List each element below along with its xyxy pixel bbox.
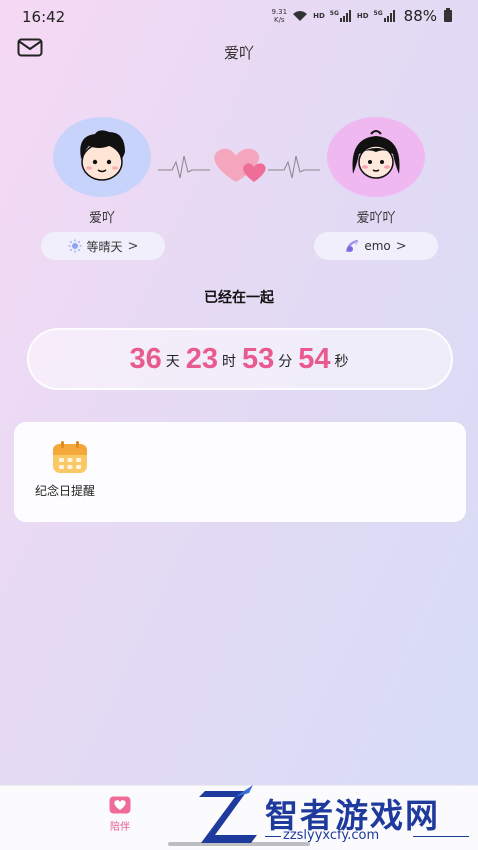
hd-label-1: HD	[313, 12, 325, 20]
avatar-left[interactable]	[53, 117, 151, 197]
signal-icon	[383, 10, 395, 22]
watermark-url: zzslyyxcfy.com	[283, 828, 380, 843]
status-bar: 16:42 9.31 K/s HD 5G HD 5G 88%	[0, 0, 478, 34]
watermark-z-logo-icon	[199, 785, 257, 843]
tab-companion-label[interactable]: 陪伴	[100, 818, 140, 833]
network-type-1: 5G	[329, 10, 339, 17]
watermark-logo: 智者游戏网 zzslyyxcfy.com	[195, 783, 478, 850]
minutes-value: 53	[242, 342, 275, 375]
left-mood-button[interactable]: 等晴天 >	[41, 232, 165, 260]
left-name: 爱吖	[88, 211, 115, 226]
battery-icon	[444, 8, 452, 22]
heartbeat-hearts-icon	[158, 148, 320, 182]
hd-label-2: HD	[356, 12, 369, 20]
hours-unit: 时	[222, 354, 236, 370]
watermark-line-left	[265, 836, 281, 837]
anniversary-reminder-label[interactable]: 纪念日提醒	[35, 482, 95, 499]
sun-icon	[68, 239, 82, 253]
signal-2: 5G	[374, 10, 396, 22]
signal-icon	[339, 10, 351, 22]
watermark-line-right	[413, 836, 469, 837]
days-unit: 天	[165, 354, 180, 370]
avatar-right[interactable]	[327, 117, 425, 197]
right-mood-button[interactable]: emo >	[314, 232, 438, 260]
net-speed-value: 9.31	[271, 8, 288, 16]
signal-1: 5G	[330, 10, 352, 22]
emo-icon	[346, 240, 359, 252]
chevron-right-icon: >	[127, 238, 139, 254]
net-speed: 9.31 K/s	[272, 8, 288, 24]
boy-avatar-icon	[80, 130, 125, 181]
wifi-icon	[292, 10, 308, 22]
minutes-unit: 分	[278, 354, 293, 370]
network-type-2: 5G	[373, 10, 383, 17]
together-title: 已经在一起	[204, 290, 274, 306]
status-icons: 9.31 K/s HD 5G HD 5G 88%	[272, 7, 452, 25]
days-value: 36	[129, 342, 162, 375]
right-name: 爱吖吖	[356, 211, 396, 226]
heart-tab-icon[interactable]	[109, 796, 131, 814]
feature-card: 纪念日提醒	[14, 422, 466, 522]
net-speed-unit: K/s	[273, 16, 285, 24]
girl-avatar-icon	[352, 130, 400, 179]
chevron-right-icon: >	[395, 238, 407, 254]
together-counter: 36 天 23 时 53 分 54 秒	[27, 328, 453, 390]
hours-value: 23	[185, 342, 218, 375]
right-mood-label: emo	[364, 239, 391, 253]
status-time: 16:42	[22, 8, 66, 26]
seconds-unit: 秒	[334, 354, 349, 370]
battery-level: 88%	[403, 7, 437, 25]
page-title: 爱吖	[223, 44, 254, 62]
seconds-value: 54	[298, 342, 331, 375]
calendar-icon[interactable]	[52, 440, 88, 474]
left-mood-label: 等晴天	[86, 239, 123, 254]
